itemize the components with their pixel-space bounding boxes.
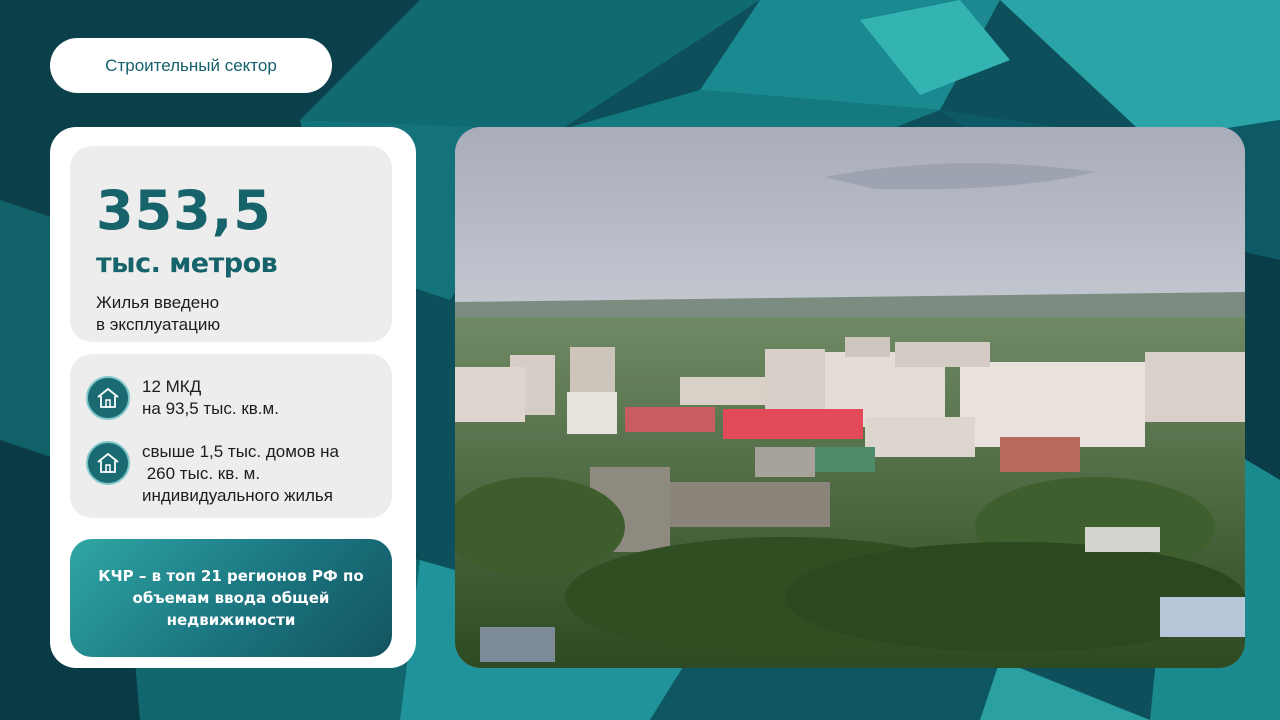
ranking-banner-text: КЧР – в топ 21 регионов РФ по объемам вв…	[98, 567, 364, 629]
fact-line: свыше 1,5 тыс. домов на	[142, 442, 339, 461]
info-card: 353,5 тыс. метров Жилья введено в эксплу…	[50, 127, 416, 668]
stat-description-line1: Жилья введено	[96, 293, 220, 312]
ranking-banner: КЧР – в топ 21 регионов РФ по объемам вв…	[70, 539, 392, 657]
stat-description: Жилья введено в эксплуатацию	[96, 292, 220, 336]
fact-line: индивидуального жилья	[142, 486, 333, 505]
fact-item: свыше 1,5 тыс. домов на 260 тыс. кв. м. …	[86, 441, 339, 507]
section-label-pill: Строительный сектор	[50, 38, 332, 93]
stat-description-line2: в эксплуатацию	[96, 315, 221, 334]
stat-value: 353,5	[96, 179, 272, 242]
section-label: Строительный сектор	[105, 55, 277, 75]
fact-line: 12 МКД	[142, 377, 202, 396]
fact-line: на 93,5 тыс. кв.м.	[142, 399, 279, 418]
fact-text: 12 МКД на 93,5 тыс. кв.м.	[142, 376, 279, 420]
house-icon	[86, 376, 130, 420]
stat-unit: тыс. метров	[96, 248, 278, 279]
city-aerial-photo	[455, 127, 1245, 668]
fact-text: свыше 1,5 тыс. домов на 260 тыс. кв. м. …	[142, 441, 339, 507]
fact-line: 260 тыс. кв. м.	[142, 464, 261, 483]
house-icon	[86, 441, 130, 485]
facts-panel: 12 МКД на 93,5 тыс. кв.м. свыше 1,5 тыс.…	[70, 354, 392, 518]
stat-panel: 353,5 тыс. метров Жилья введено в эксплу…	[70, 146, 392, 342]
fact-item: 12 МКД на 93,5 тыс. кв.м.	[86, 376, 279, 420]
